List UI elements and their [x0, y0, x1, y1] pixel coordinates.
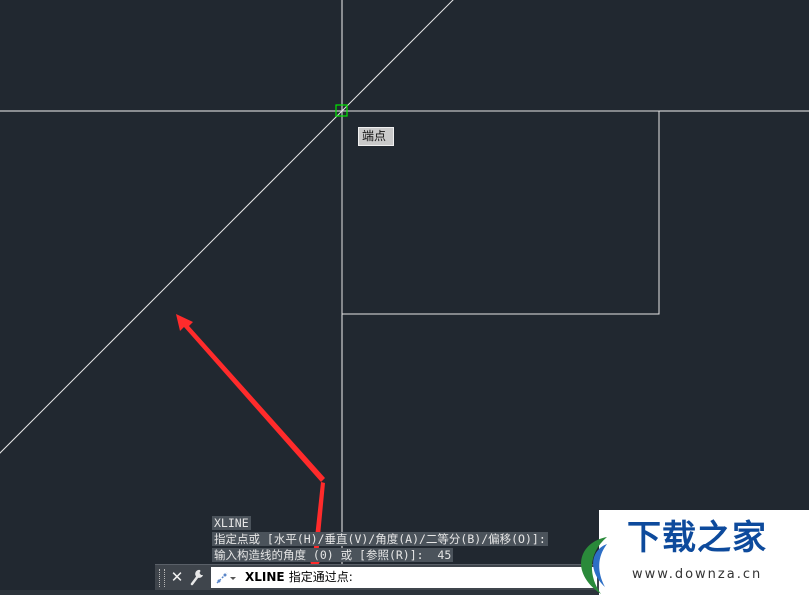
annotation-arrow-diagonal — [176, 314, 325, 482]
construction-line-45 — [0, 0, 454, 454]
logo-name: 下载之家 — [627, 518, 767, 558]
watermark-logo: 下载之家 www.downza.cn — [581, 510, 809, 595]
grip-handle[interactable] — [159, 569, 165, 587]
close-icon[interactable]: ✕ — [169, 567, 185, 587]
command-icon[interactable] — [215, 570, 237, 585]
wrench-icon[interactable] — [189, 567, 207, 587]
command-input[interactable]: XLINE 指定通过点: — [211, 567, 597, 588]
snap-tooltip: 端点 — [358, 127, 394, 146]
command-history-line: 指定点或 [水平(H)/垂直(V)/角度(A)/二等分(B)/偏移(O)]: — [212, 532, 548, 546]
command-history-line: XLINE — [212, 516, 251, 530]
command-line-bar: ✕ XLINE 指定通过点: — [155, 564, 600, 590]
logo-swoosh-icon — [581, 537, 607, 594]
command-history-line: 输入构造线的角度 (0) 或 [参照(R)]: 45 — [212, 548, 454, 562]
logo-url: www.downza.cn — [632, 567, 763, 582]
command-prompt: XLINE 指定通过点: — [245, 570, 353, 584]
drawing-canvas[interactable] — [0, 0, 809, 595]
